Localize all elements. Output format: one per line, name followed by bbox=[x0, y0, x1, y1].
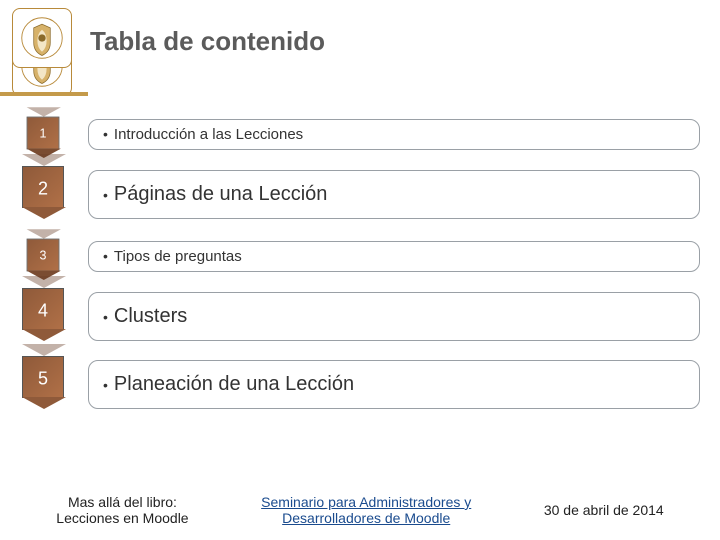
toc-bubble: • Páginas de una Lección bbox=[88, 170, 700, 219]
toc-item-label: Páginas de una Lección bbox=[114, 183, 328, 206]
footer-left: Mas allá del libro: Lecciones en Moodle bbox=[56, 494, 188, 526]
toc-bubble: • Tipos de preguntas bbox=[88, 241, 700, 272]
toc-number: 3 bbox=[27, 250, 58, 264]
chevron-badge: 4 bbox=[22, 288, 80, 344]
accent-divider bbox=[0, 92, 88, 96]
toc-bubble: • Clusters bbox=[88, 292, 700, 341]
footer-date: 30 de abril de 2014 bbox=[544, 502, 664, 518]
footer-seminar-link[interactable]: Seminario para Administradores y Desarro… bbox=[261, 494, 471, 526]
footer-left-line1: Mas allá del libro: bbox=[56, 494, 188, 510]
toc-row: 1 • Introducción a las Lecciones bbox=[22, 112, 700, 156]
toc-item-label: Clusters bbox=[114, 305, 187, 328]
toc-number: 5 bbox=[23, 369, 63, 390]
footer-left-line2: Lecciones en Moodle bbox=[56, 510, 188, 526]
footer-mid-line2: Desarrolladores de Moodle bbox=[261, 510, 471, 526]
toc-item-label: Tipos de preguntas bbox=[114, 248, 242, 265]
bullet-icon: • bbox=[103, 127, 108, 141]
page-title: Tabla de contenido bbox=[90, 26, 325, 57]
bullet-icon: • bbox=[103, 249, 108, 263]
logo-primary bbox=[12, 8, 72, 68]
chevron-badge: 3 bbox=[22, 234, 80, 278]
unam-crest-icon bbox=[19, 15, 65, 61]
chevron-badge: 1 bbox=[22, 112, 80, 156]
toc-item-label: Planeación de una Lección bbox=[114, 373, 354, 396]
toc-item-label: Introducción a las Lecciones bbox=[114, 126, 303, 143]
toc-number: 1 bbox=[27, 128, 58, 142]
footer-mid-line1: Seminario para Administradores y bbox=[261, 494, 471, 510]
toc-number: 2 bbox=[23, 179, 63, 200]
toc-row: 3 • Tipos de preguntas bbox=[22, 234, 700, 278]
bullet-icon: • bbox=[103, 310, 108, 324]
logo-stack bbox=[8, 8, 78, 92]
chevron-badge: 2 bbox=[22, 166, 80, 222]
bullet-icon: • bbox=[103, 188, 108, 202]
footer: Mas allá del libro: Lecciones en Moodle … bbox=[0, 494, 720, 526]
toc-row: 2 • Páginas de una Lección bbox=[22, 166, 700, 222]
header: Tabla de contenido bbox=[0, 0, 720, 92]
toc-row: 5 • Planeación de una Lección bbox=[22, 356, 700, 412]
toc-number: 4 bbox=[23, 301, 63, 322]
toc-row: 4 • Clusters bbox=[22, 288, 700, 344]
bullet-icon: • bbox=[103, 378, 108, 392]
chevron-badge: 5 bbox=[22, 356, 80, 412]
toc-bubble: • Introducción a las Lecciones bbox=[88, 119, 700, 150]
table-of-contents: 1 • Introducción a las Lecciones 2 • Pág… bbox=[22, 112, 700, 424]
toc-bubble: • Planeación de una Lección bbox=[88, 360, 700, 409]
